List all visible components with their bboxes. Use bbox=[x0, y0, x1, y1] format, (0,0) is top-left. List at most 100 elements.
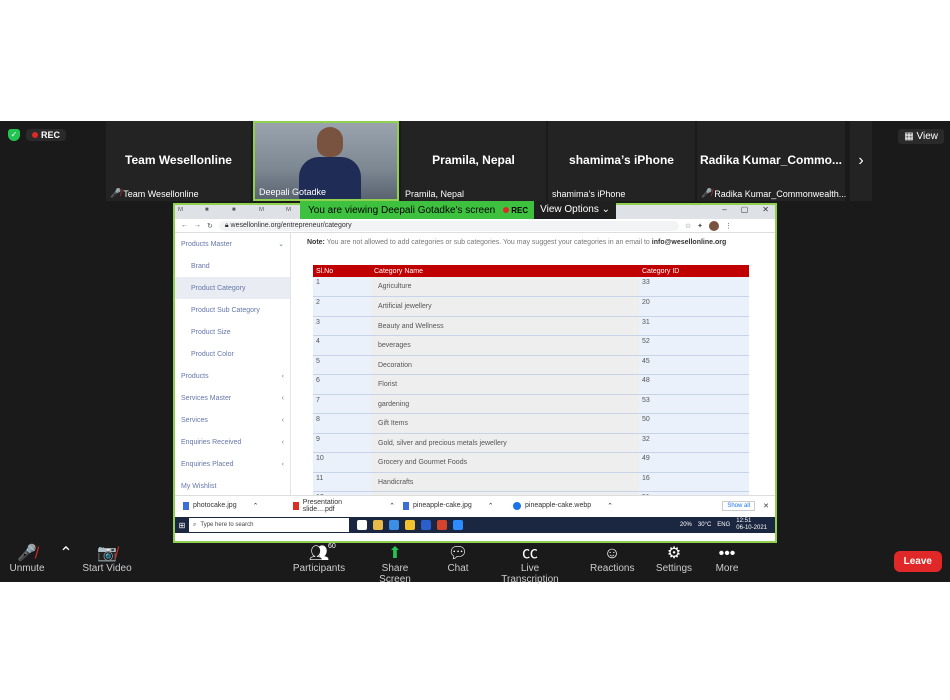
file-icon bbox=[513, 501, 521, 510]
powerpoint-icon[interactable] bbox=[437, 520, 447, 530]
reload-icon[interactable]: ↻ bbox=[207, 222, 213, 230]
task-view-icon[interactable] bbox=[357, 520, 367, 530]
extensions-icon[interactable]: ✦ bbox=[697, 222, 703, 230]
edge-icon[interactable] bbox=[389, 520, 399, 530]
maximize-icon[interactable]: ▢ bbox=[741, 205, 749, 214]
live-transcription-button[interactable]: ㏄ Live Transcription bbox=[492, 545, 568, 585]
reactions-button[interactable]: ☺ Reactions bbox=[590, 545, 634, 574]
sidebar-item-label: Enquiries Received bbox=[181, 438, 242, 446]
participant-tile[interactable]: shamima’s iPhone shamima’s iPhone bbox=[548, 121, 695, 201]
minimize-icon[interactable]: – bbox=[722, 205, 726, 214]
back-arrow-icon[interactable]: ← bbox=[181, 222, 188, 229]
chevron-up-icon[interactable]: ⌃ bbox=[488, 502, 494, 510]
participant-tile-active-speaker[interactable]: Deepali Gotadke bbox=[253, 121, 399, 201]
settings-button[interactable]: ⚙ Settings bbox=[654, 545, 694, 574]
word-icon[interactable] bbox=[421, 520, 431, 530]
browser-tab[interactable]: M bbox=[178, 207, 202, 217]
table-row: 11 Handicrafts 16 bbox=[313, 472, 749, 492]
next-page-arrow-icon[interactable]: › bbox=[850, 121, 872, 201]
language-indicator[interactable]: ENG bbox=[717, 522, 730, 528]
download-item[interactable]: Presentation slide....pdf ⌃ bbox=[285, 499, 395, 513]
participant-tile[interactable]: Pramila, Nepal Pramila, Nepal bbox=[401, 121, 546, 201]
share-screen-button[interactable]: ⬆ Share Screen bbox=[366, 545, 424, 585]
participant-tile[interactable]: Team Wesellonline 🎤̸ Team Wesellonline bbox=[106, 121, 251, 201]
table-cell: 6 bbox=[313, 374, 371, 395]
file-icon bbox=[293, 501, 299, 510]
sidebar-item[interactable]: Products ‹ bbox=[175, 365, 290, 387]
view-options-button[interactable]: View Options ⌄ bbox=[534, 201, 617, 219]
table-cell: Gift Items bbox=[371, 413, 639, 434]
chevron-up-icon[interactable]: ⌃ bbox=[253, 502, 259, 510]
notice-email[interactable]: info@wesellonline.org bbox=[652, 239, 727, 246]
sidebar-item-label: Product Sub Category bbox=[191, 306, 260, 314]
view-button[interactable]: ▦ View bbox=[898, 129, 944, 144]
main-content: Note: You are not allowed to add categor… bbox=[293, 233, 775, 495]
table-header-row: Sl.No Category Name Category ID bbox=[313, 265, 749, 277]
download-item[interactable]: pineapple-cake.jpg ⌃ bbox=[395, 501, 505, 510]
table-cell: 33 bbox=[639, 277, 749, 297]
weather-indicator[interactable]: 30°C bbox=[698, 522, 711, 528]
participant-tile[interactable]: Radika Kumar_Commo... 🎤̸ Radika Kumar_Com… bbox=[697, 121, 846, 201]
url-text: wesellonline.org/entrepreneur/category bbox=[230, 221, 352, 229]
sidebar-item[interactable]: Product Size bbox=[175, 321, 290, 343]
unmute-button[interactable]: 🎤̸ Unmute bbox=[8, 545, 46, 574]
download-filename: pineapple-cake.webp bbox=[525, 502, 592, 509]
download-filename: pineapple-cake.jpg bbox=[413, 502, 472, 509]
download-item[interactable]: pineapple-cake.webp ⌃ bbox=[505, 501, 615, 510]
chevron-icon: ‹ bbox=[281, 416, 284, 424]
download-item[interactable]: photocake.jpg ⌃ bbox=[175, 501, 285, 510]
close-icon[interactable]: ✕ bbox=[763, 502, 769, 510]
browser-tab[interactable]: ■ bbox=[232, 207, 256, 217]
zoom-icon[interactable] bbox=[453, 520, 463, 530]
sidebar-item[interactable]: Services ‹ bbox=[175, 409, 290, 431]
start-video-button[interactable]: 📷̸ Start Video bbox=[82, 545, 132, 574]
sidebar-item[interactable]: Product Category bbox=[175, 277, 290, 299]
participants-button[interactable]: 👥︎ 60 Participants bbox=[292, 543, 346, 574]
notice-prefix: Note: bbox=[307, 239, 325, 246]
sidebar-item[interactable]: Brand bbox=[175, 255, 290, 277]
clock[interactable]: 12:51 06-10-2021 bbox=[736, 518, 767, 532]
show-all-button[interactable]: Show all bbox=[722, 500, 755, 511]
shared-screen: M ■ ■ M M – ▢ ✕ ← → ↻ 🔒︎ wesellonline.or… bbox=[173, 203, 777, 543]
table-cell: 53 bbox=[639, 394, 749, 414]
sidebar-item-label: Product Color bbox=[191, 350, 234, 358]
audio-options-chevron-icon[interactable]: ⌃ bbox=[58, 545, 74, 563]
leave-button[interactable]: Leave bbox=[893, 551, 942, 572]
sidebar-item-label: Product Category bbox=[191, 284, 246, 292]
taskbar-search[interactable]: ⌕ Type here to search bbox=[189, 518, 349, 532]
sidebar-item-label: Services bbox=[181, 416, 208, 424]
sidebar-item[interactable]: My Wishlist bbox=[175, 475, 290, 497]
table-row: 6 Florist 48 bbox=[313, 374, 749, 395]
windows-start-icon[interactable]: ⊞ bbox=[175, 521, 189, 530]
sidebar-item[interactable]: Products Master ⌄ bbox=[175, 233, 290, 255]
avatar[interactable] bbox=[709, 220, 720, 231]
close-icon[interactable]: ✕ bbox=[762, 205, 769, 214]
chevron-up-icon[interactable]: ⌃ bbox=[607, 502, 613, 510]
browser-tab[interactable]: ■ bbox=[205, 207, 229, 217]
sidebar-item[interactable]: Enquiries Placed ‹ bbox=[175, 453, 290, 475]
battery-indicator[interactable]: 20% bbox=[680, 522, 692, 528]
table-cell: 9 bbox=[313, 433, 371, 453]
muted-mic-icon: 🎤̸ bbox=[110, 188, 122, 198]
browser-tab[interactable]: M bbox=[259, 207, 283, 217]
participant-name-large: Team Wesellonline bbox=[125, 153, 232, 167]
chevron-icon: ⌄ bbox=[278, 241, 284, 248]
table-row: 4 beverages 52 bbox=[313, 335, 749, 356]
chrome-icon[interactable] bbox=[405, 520, 415, 530]
chat-button[interactable]: 💬︎ Chat bbox=[444, 545, 472, 574]
sidebar-item-label: Services Master bbox=[181, 394, 232, 402]
sidebar-item[interactable]: Product Color bbox=[175, 343, 290, 365]
forward-arrow-icon[interactable]: → bbox=[194, 222, 201, 229]
menu-dots-icon[interactable]: ⋮ bbox=[725, 222, 732, 230]
sidebar-item[interactable]: Product Sub Category bbox=[175, 299, 290, 321]
live-transcription-label: Live Transcription bbox=[501, 563, 559, 585]
table-cell: 48 bbox=[639, 374, 749, 395]
table-cell: 1 bbox=[313, 277, 371, 297]
sidebar-item[interactable]: Enquiries Received ‹ bbox=[175, 431, 290, 453]
sidebar-item[interactable]: Services Master ‹ bbox=[175, 387, 290, 409]
star-icon[interactable]: ☆ bbox=[685, 222, 691, 230]
url-field[interactable]: 🔒︎ wesellonline.org/entrepreneur/categor… bbox=[218, 220, 679, 231]
more-button[interactable]: ••• More bbox=[712, 545, 742, 574]
rec-pill[interactable]: REC bbox=[26, 129, 67, 141]
file-explorer-icon[interactable] bbox=[373, 520, 383, 530]
